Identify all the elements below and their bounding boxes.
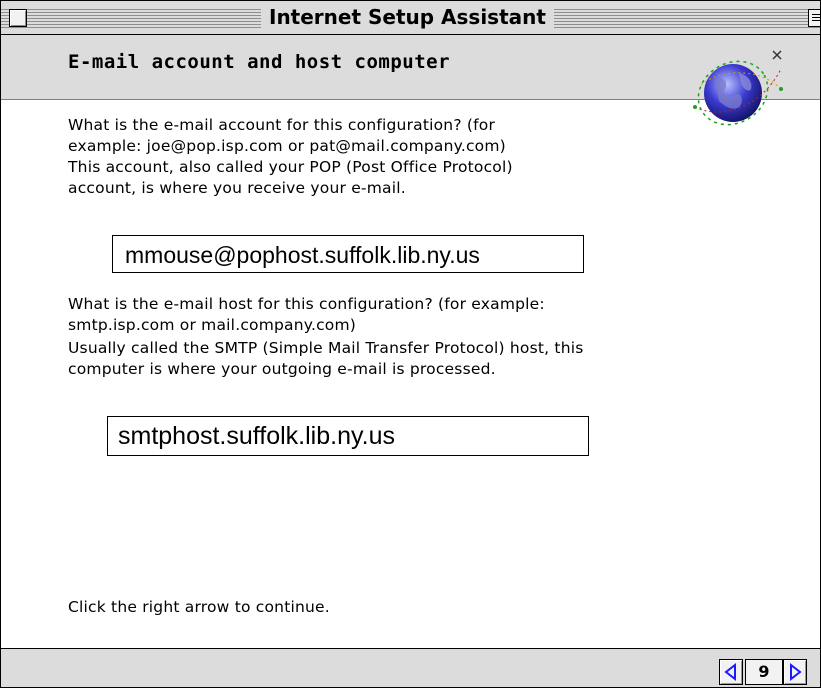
left-arrow-icon — [724, 662, 736, 682]
description-line: Usually called the SMTP (Simple Mail Tra… — [68, 339, 584, 357]
account-description: What is the e-mail account for this conf… — [68, 115, 513, 199]
next-page-button[interactable] — [783, 659, 807, 685]
globe-icon — [693, 50, 783, 126]
close-box[interactable] — [9, 9, 27, 27]
right-arrow-icon — [790, 662, 802, 682]
email-account-field[interactable]: mmouse@pophost.suffolk.lib.ny.us — [112, 235, 584, 273]
page-number: 9 — [745, 659, 783, 685]
description-line: account, is where you receive your e-mai… — [68, 179, 406, 197]
collapse-box[interactable] — [808, 9, 820, 27]
smtp-host-field[interactable]: smtphost.suffolk.lib.ny.us — [107, 416, 589, 456]
host-description: What is the e-mail host for this configu… — [68, 294, 584, 380]
setup-window: Internet Setup Assistant E-mail account … — [0, 0, 821, 688]
footer-bar: 9 — [1, 648, 820, 687]
window-title: Internet Setup Assistant — [261, 3, 554, 32]
title-bar[interactable]: Internet Setup Assistant — [1, 1, 820, 35]
description-line: This account, also called your POP (Post… — [68, 158, 513, 176]
description-line: What is the e-mail host for this configu… — [68, 295, 545, 313]
description-line: computer is where your outgoing e-mail i… — [68, 360, 496, 378]
previous-page-button[interactable] — [719, 659, 743, 685]
description-line: smtp.isp.com or mail.company.com) — [68, 316, 357, 334]
description-line: What is the e-mail account for this conf… — [68, 116, 496, 134]
page-title: E-mail account and host computer — [68, 51, 451, 73]
continue-instruction: Click the right arrow to continue. — [68, 598, 330, 616]
description-line: example: joe@pop.isp.com or pat@mail.com… — [68, 137, 506, 155]
